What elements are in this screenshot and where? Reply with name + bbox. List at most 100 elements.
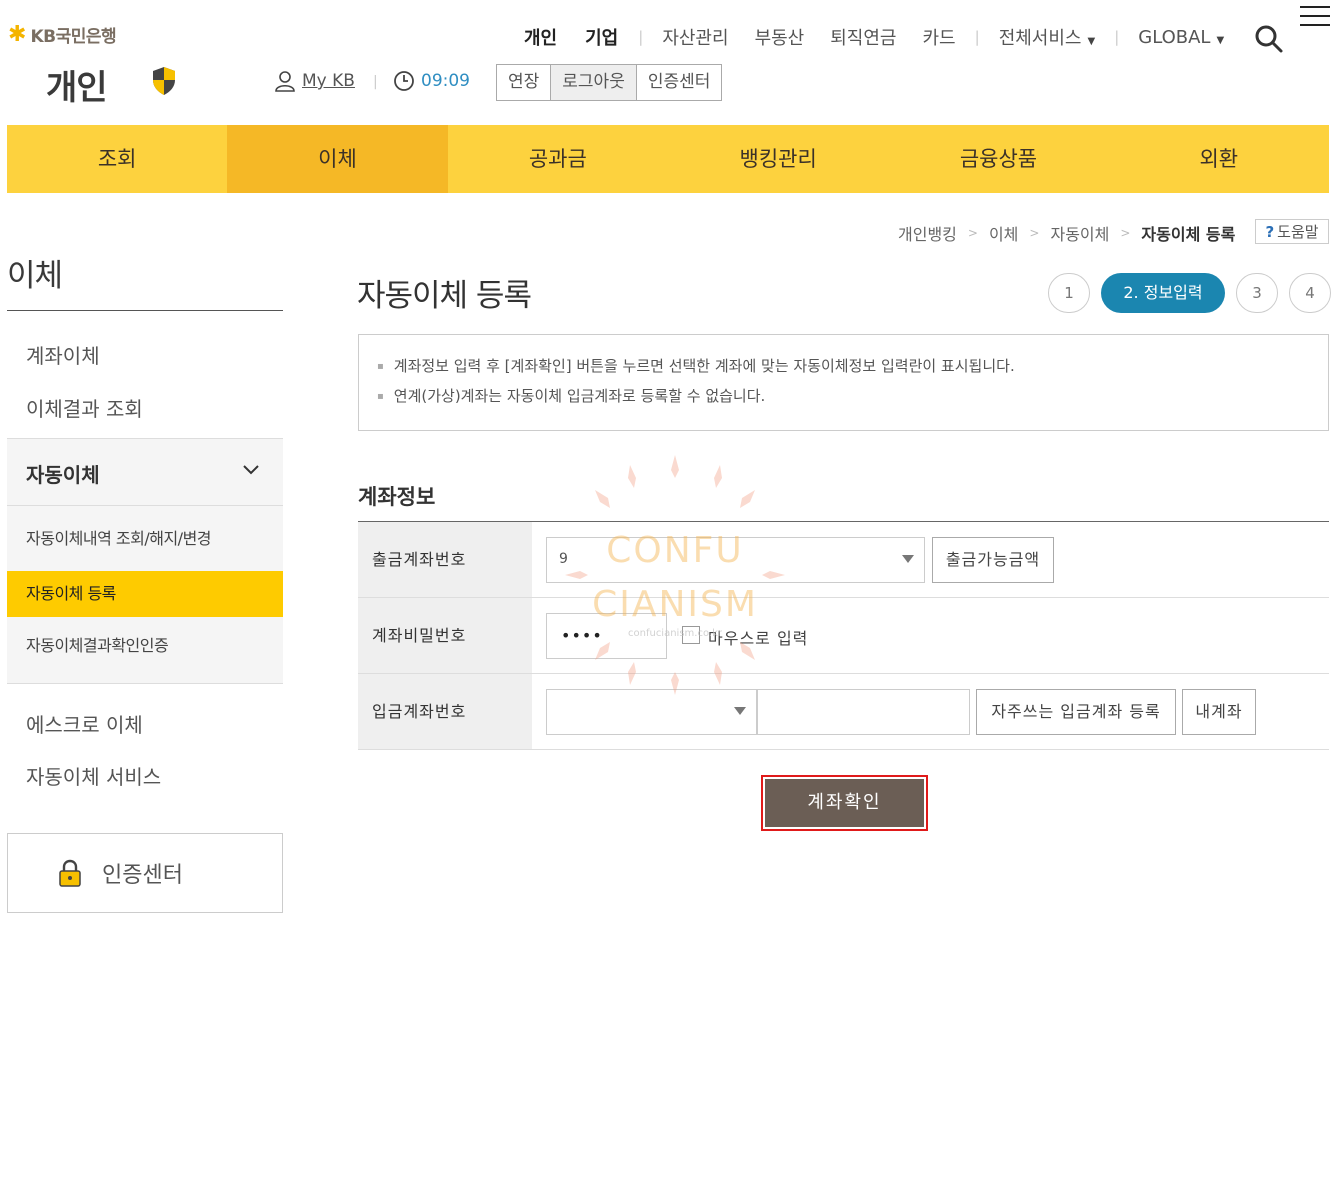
chevron-right-icon: > bbox=[1029, 226, 1040, 240]
cert-center-label: 인증센터 bbox=[102, 863, 183, 888]
top-nav-wealth[interactable]: 자산관리 bbox=[649, 24, 741, 50]
kb-star-icon: ✱ bbox=[8, 21, 27, 47]
user-icon bbox=[275, 71, 295, 92]
caret-down-icon: ▼ bbox=[1087, 36, 1096, 47]
timer-value: 09:09 bbox=[421, 71, 470, 91]
sidebar-sub-auto-transfer-result-cert[interactable]: 자동이체결과확인인증 bbox=[7, 623, 283, 669]
global-label: GLOBAL bbox=[1138, 26, 1211, 48]
deposit-bank-select[interactable] bbox=[546, 689, 757, 735]
kb-logo[interactable]: ✱ KB국민은행 bbox=[8, 21, 117, 47]
logout-button[interactable]: 로그아웃 bbox=[550, 65, 636, 100]
session-buttons: 연장 로그아웃 인증센터 bbox=[496, 64, 723, 101]
caret-down-icon: ▼ bbox=[1216, 34, 1225, 46]
breadcrumb: 개인뱅킹 > 이체 > 자동이체 > 자동이체 등록 bbox=[898, 221, 1235, 245]
deposit-account-label: 입금계좌번호 bbox=[358, 674, 532, 749]
session-timer: 09:09 bbox=[393, 70, 470, 92]
breadcrumb-item[interactable]: 이체 bbox=[989, 221, 1018, 245]
lock-icon bbox=[59, 859, 81, 887]
dropdown-arrow-icon bbox=[734, 707, 746, 715]
clock-icon bbox=[394, 71, 414, 91]
step-4: 4 bbox=[1289, 273, 1331, 313]
divider: | bbox=[373, 74, 378, 90]
breadcrumb-current: 자동이체 등록 bbox=[1141, 225, 1236, 244]
top-nav-global[interactable]: GLOBAL ▼ bbox=[1125, 27, 1237, 48]
mykb-link[interactable]: My KB bbox=[274, 70, 355, 92]
notice-item: 연계(가상)계좌는 자동이체 입금계좌로 등록할 수 없습니다. bbox=[377, 385, 1328, 406]
top-nav-pension[interactable]: 퇴직연금 bbox=[817, 24, 909, 50]
extend-session-button[interactable]: 연장 bbox=[497, 65, 551, 100]
step-2-active: 2. 정보입력 bbox=[1101, 273, 1225, 313]
gnb-banking-management[interactable]: 뱅킹관리 bbox=[668, 125, 888, 193]
notice-item: 계좌정보 입력 후 [계좌확인] 버튼을 누르면 선택한 계좌에 맞는 자동이체… bbox=[377, 355, 1328, 376]
password-masked-value: •••• bbox=[561, 626, 603, 645]
help-label: 도움말 bbox=[1277, 223, 1319, 241]
sidebar-item-auto-transfer-service[interactable]: 자동이체 서비스 bbox=[26, 761, 161, 790]
divider: | bbox=[638, 28, 644, 46]
gnb-utility-bills[interactable]: 공과금 bbox=[448, 125, 668, 193]
mouse-input-checkbox[interactable] bbox=[682, 626, 700, 644]
breadcrumb-item[interactable]: 자동이체 bbox=[1050, 221, 1109, 245]
sidebar-item-escrow-transfer[interactable]: 에스크로 이체 bbox=[26, 709, 143, 738]
step-1: 1 bbox=[1048, 273, 1090, 313]
all-services-label: 전체서비스 bbox=[998, 28, 1082, 49]
top-nav-personal[interactable]: 개인 bbox=[510, 24, 571, 50]
account-info-form: 출금계좌번호 9 출금가능금액 계좌비밀번호 •••• 마우스로 입력 입금계좌… bbox=[358, 521, 1329, 750]
cert-center-button[interactable]: 인증센터 bbox=[635, 65, 722, 100]
menu-icon[interactable] bbox=[1300, 6, 1330, 28]
logo-text: KB국민은행 bbox=[30, 27, 117, 47]
page-title: 자동이체 등록 bbox=[357, 278, 532, 314]
withdraw-account-select[interactable]: 9 bbox=[546, 537, 925, 583]
divider: | bbox=[974, 28, 980, 46]
search-icon[interactable] bbox=[1254, 24, 1284, 54]
chevron-down-icon[interactable] bbox=[243, 465, 259, 475]
password-label: 계좌비밀번호 bbox=[358, 598, 532, 673]
section-title: 개인 bbox=[46, 68, 108, 108]
mouse-input-label[interactable]: 마우스로 입력 bbox=[708, 625, 808, 649]
account-confirm-button[interactable]: 계좌확인 bbox=[765, 779, 924, 827]
form-row-password: 계좌비밀번호 •••• 마우스로 입력 bbox=[358, 598, 1329, 674]
breadcrumb-item[interactable]: 개인뱅킹 bbox=[898, 221, 957, 245]
question-icon: ? bbox=[1265, 222, 1275, 241]
form-row-deposit-account: 입금계좌번호 자주쓰는 입금계좌 등록 내계좌 bbox=[358, 674, 1329, 750]
chevron-right-icon: > bbox=[967, 226, 978, 240]
sidebar-item-transfer-results[interactable]: 이체결과 조회 bbox=[26, 393, 143, 422]
favorite-deposit-account-button[interactable]: 자주쓰는 입금계좌 등록 bbox=[976, 689, 1176, 735]
account-confirm-button-highlight: 계좌확인 bbox=[761, 775, 928, 831]
chevron-right-icon: > bbox=[1120, 226, 1131, 240]
security-shield-icon[interactable] bbox=[151, 66, 177, 96]
step-3: 3 bbox=[1236, 273, 1278, 313]
form-row-withdraw-account: 출금계좌번호 9 출금가능금액 bbox=[358, 522, 1329, 598]
section-title-account-info: 계좌정보 bbox=[358, 485, 436, 509]
sidebar-sub-auto-transfer-history[interactable]: 자동이체내역 조회/해지/변경 bbox=[7, 516, 283, 562]
my-account-button[interactable]: 내계좌 bbox=[1182, 689, 1256, 735]
top-nav-card[interactable]: 카드 bbox=[910, 24, 969, 50]
gnb-transfer[interactable]: 이체 bbox=[227, 125, 448, 193]
top-nav-realestate[interactable]: 부동산 bbox=[742, 24, 818, 50]
step-indicator: 1 2. 정보입력 3 4 bbox=[1048, 273, 1331, 313]
help-button[interactable]: ? 도움말 bbox=[1255, 219, 1329, 244]
gnb-foreign-exchange[interactable]: 외환 bbox=[1109, 125, 1329, 193]
notice-box: 계좌정보 입력 후 [계좌확인] 버튼을 누르면 선택한 계좌에 맞는 자동이체… bbox=[358, 334, 1329, 431]
top-nav-business[interactable]: 기업 bbox=[571, 24, 632, 50]
gnb-inquiry[interactable]: 조회 bbox=[7, 125, 227, 193]
withdraw-account-label: 출금계좌번호 bbox=[358, 522, 532, 597]
available-balance-button[interactable]: 출금가능금액 bbox=[932, 537, 1054, 583]
sidebar-sub-auto-transfer-register[interactable]: 자동이체 등록 bbox=[7, 571, 283, 617]
global-navigation: 조회 이체 공과금 뱅킹관리 금융상품 외환 bbox=[7, 125, 1329, 193]
mykb-label: My KB bbox=[302, 71, 355, 91]
sidebar-group-auto-transfer: 자동이체 자동이체내역 조회/해지/변경 자동이체 등록 자동이체결과확인인증 bbox=[7, 438, 283, 684]
sidebar-item-account-transfer[interactable]: 계좌이체 bbox=[26, 340, 100, 369]
cert-center-link[interactable]: 인증센터 bbox=[7, 833, 283, 913]
divider bbox=[7, 310, 283, 311]
dropdown-arrow-icon bbox=[902, 555, 914, 563]
gnb-financial-products[interactable]: 금융상품 bbox=[888, 125, 1108, 193]
top-nav-all-services[interactable]: 전체서비스 ▼ bbox=[986, 24, 1109, 50]
withdraw-account-value: 9 bbox=[559, 551, 568, 567]
account-password-input[interactable]: •••• bbox=[546, 613, 667, 659]
sidebar-title: 이체 bbox=[7, 258, 63, 294]
divider: | bbox=[1114, 28, 1120, 46]
deposit-account-input[interactable] bbox=[757, 689, 970, 735]
divider bbox=[7, 505, 283, 506]
sidebar-group-label[interactable]: 자동이체 bbox=[26, 459, 100, 488]
top-navigation: 개인 기업 | 자산관리 부동산 퇴직연금 카드 | 전체서비스 ▼ | GLOB… bbox=[510, 24, 1237, 50]
